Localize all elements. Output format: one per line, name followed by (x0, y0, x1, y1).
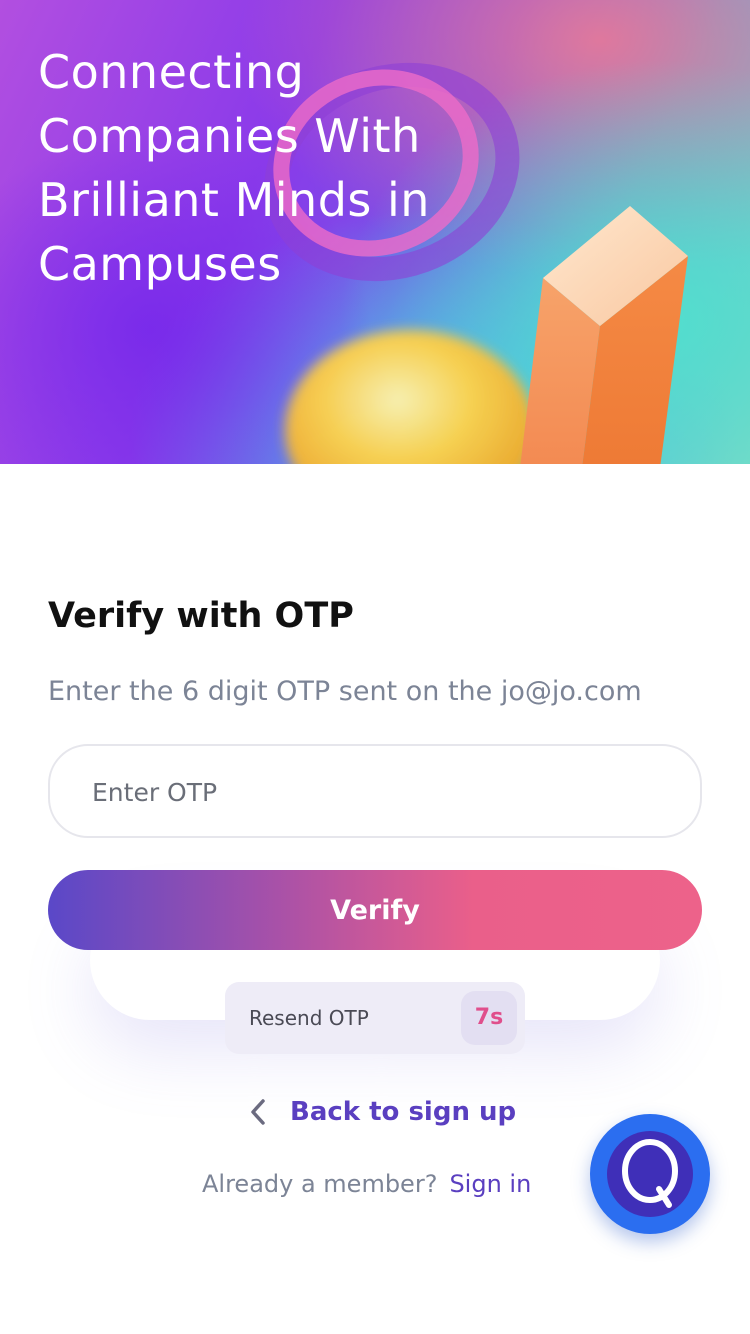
otp-input[interactable] (90, 746, 654, 838)
verify-button[interactable]: Verify (48, 870, 702, 950)
signin-prompt: Already a member? Sign in (202, 1170, 531, 1198)
back-to-signup-label: Back to sign up (290, 1097, 517, 1127)
signin-link[interactable]: Sign in (449, 1170, 531, 1198)
resend-otp-button[interactable]: Resend OTP 7s (225, 982, 525, 1054)
chat-button[interactable] (590, 1114, 710, 1234)
resend-otp-label: Resend OTP (249, 1006, 369, 1030)
member-prompt-text: Already a member? (202, 1170, 438, 1198)
hero-title: Connecting Companies With Brilliant Mind… (38, 45, 430, 291)
page-title: Verify with OTP (48, 596, 354, 636)
otp-instructions: Enter the 6 digit OTP sent on the jo@jo.… (48, 676, 642, 707)
chevron-left-icon (251, 1099, 265, 1125)
back-to-signup-link[interactable]: Back to sign up (248, 1090, 516, 1134)
otp-field (48, 744, 702, 838)
otp-verification-screen: Connecting Companies With Brilliant Mind… (0, 0, 750, 1334)
resend-countdown-badge: 7s (461, 991, 517, 1045)
hero-banner: Connecting Companies With Brilliant Mind… (0, 0, 750, 464)
chat-q-icon (607, 1131, 693, 1217)
